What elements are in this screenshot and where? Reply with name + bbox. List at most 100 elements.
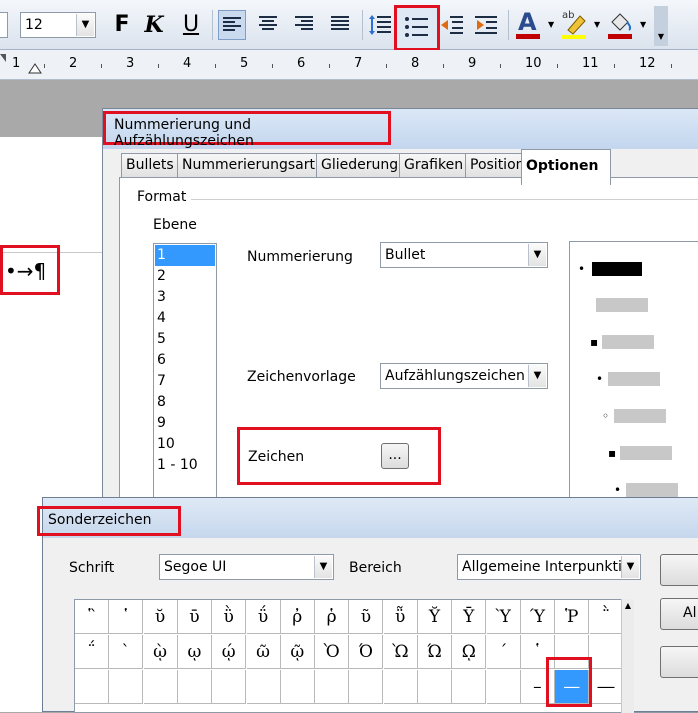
character-cell[interactable]: Ῡ [452, 600, 487, 634]
font-name-combo[interactable] [0, 12, 8, 38]
tab-outline[interactable]: Gliederung [316, 153, 404, 177]
background-color-button[interactable] [606, 8, 634, 39]
character-cell[interactable]: ῶ [246, 635, 281, 669]
tab-bullets[interactable]: Bullets [121, 153, 179, 177]
character-cell[interactable] [212, 670, 247, 704]
character-cell[interactable] [349, 670, 384, 704]
character-cell[interactable] [315, 670, 350, 704]
character-cell[interactable]: ῥ [315, 600, 350, 634]
character-cell[interactable]: Ύ [520, 600, 555, 634]
character-cell[interactable] [75, 670, 109, 704]
level-item[interactable]: 10 [155, 434, 215, 455]
character-cell[interactable]: Ό [349, 635, 384, 669]
character-cell[interactable]: ΰ [246, 600, 281, 634]
underline-button[interactable]: U [177, 10, 205, 40]
character-cell[interactable]: ῡ [177, 600, 212, 634]
character-cell[interactable]: ῦ [349, 600, 384, 634]
cancel-button[interactable]: Al [660, 598, 698, 630]
chevron-up-icon[interactable]: ▲ [622, 601, 634, 610]
horizontal-ruler[interactable]: 1 2 3 4 5 6 7 8 9 10 11 12 [0, 50, 698, 80]
align-right-button[interactable] [290, 10, 318, 40]
character-cell[interactable]: ῧ [383, 600, 418, 634]
character-cell[interactable]: ῝ [75, 600, 109, 634]
numbering-select[interactable]: Bullet ▼ [380, 242, 548, 268]
range-select[interactable]: Allgemeine Interpunktio ▼ [457, 554, 641, 580]
bullets-on-off-button[interactable] [394, 5, 440, 51]
character-cell[interactable] [143, 670, 178, 704]
font-color-button[interactable]: A [514, 8, 542, 39]
character-cell[interactable] [246, 670, 281, 704]
tab-options[interactable]: Optionen [521, 149, 611, 185]
character-cell[interactable]: Ῥ [555, 600, 590, 634]
level-item[interactable]: 1 - 10 [155, 455, 215, 476]
tab-graphics[interactable]: Grafiken [399, 153, 469, 177]
italic-button[interactable]: K [140, 10, 168, 40]
character-cell[interactable]: ῭ [589, 600, 624, 634]
character-cell[interactable] [418, 670, 452, 704]
highlight-button[interactable]: ab [560, 8, 588, 39]
chevron-down-icon[interactable]: ▼ [76, 14, 94, 36]
character-cell[interactable]: Ὼ [383, 635, 418, 669]
chevron-down-icon[interactable]: ▼ [314, 556, 332, 578]
character-cell[interactable]: ῾ [109, 600, 144, 634]
tab-position[interactable]: Position [465, 153, 530, 177]
character-cell[interactable] [589, 635, 624, 669]
toolbar-overflow-button[interactable]: ▼ [654, 6, 668, 46]
character-style-select[interactable]: Aufzählungszeichen ▼ [380, 363, 548, 389]
character-cell[interactable]: ῼ [452, 635, 487, 669]
character-cell[interactable]: Ὸ [315, 635, 350, 669]
select-character-button[interactable]: ... [381, 443, 409, 469]
character-cell[interactable]: ῴ [212, 635, 247, 669]
bold-button[interactable]: F [108, 10, 136, 40]
character-cell[interactable] [486, 670, 521, 704]
level-item[interactable]: 3 [155, 287, 215, 308]
chevron-down-icon[interactable]: ▼ [548, 20, 554, 29]
chevron-down-icon[interactable]: ▼ [640, 20, 646, 29]
indent-marker-icon[interactable] [28, 62, 42, 74]
character-cell[interactable]: ΅ [75, 635, 109, 669]
font-size-combo[interactable]: 12 ▼ [20, 12, 96, 38]
character-cell[interactable]: Ώ [418, 635, 452, 669]
level-item[interactable]: 5 [155, 329, 215, 350]
character-cell[interactable]: Ῠ [418, 600, 452, 634]
tab-numbering-type[interactable]: Nummerierungsart [177, 153, 320, 177]
level-item[interactable]: 9 [155, 413, 215, 434]
decrease-indent-button[interactable] [438, 10, 466, 40]
help-button[interactable] [660, 646, 698, 678]
level-item[interactable]: 6 [155, 350, 215, 371]
chevron-down-icon[interactable]: ▼ [528, 244, 546, 266]
character-cell[interactable]: ` [109, 635, 144, 669]
align-left-button[interactable] [218, 10, 246, 40]
ok-button[interactable] [660, 554, 698, 586]
font-select[interactable]: Segoe UI ▼ [159, 554, 334, 580]
align-center-button[interactable] [254, 10, 282, 40]
character-highlight: Zeichen [237, 427, 441, 485]
character-cell[interactable] [109, 670, 144, 704]
character-cell[interactable]: Ὺ [486, 600, 521, 634]
font-color-icon: A [516, 8, 540, 39]
character-cell[interactable] [383, 670, 418, 704]
chevron-down-icon[interactable]: ▼ [594, 20, 600, 29]
increase-indent-button[interactable] [472, 10, 500, 40]
character-cell[interactable]: ῤ [280, 600, 315, 634]
character-cell[interactable]: ῳ [177, 635, 212, 669]
character-cell[interactable]: ῠ [143, 600, 178, 634]
character-cell[interactable]: ῲ [143, 635, 178, 669]
character-grid-scrollbar[interactable]: ▲ [621, 599, 634, 713]
character-cell[interactable]: ― [589, 670, 624, 704]
level-item[interactable]: 7 [155, 371, 215, 392]
character-cell[interactable]: ῢ [212, 600, 247, 634]
chevron-down-icon[interactable]: ▼ [621, 556, 639, 578]
level-item[interactable]: 2 [155, 266, 215, 287]
character-cell[interactable] [280, 670, 315, 704]
chevron-down-icon[interactable]: ▼ [528, 365, 546, 387]
character-cell[interactable]: ῷ [280, 635, 315, 669]
character-cell[interactable]: ´ [486, 635, 521, 669]
level-item[interactable]: 4 [155, 308, 215, 329]
character-cell[interactable] [452, 670, 487, 704]
justify-button[interactable] [326, 10, 354, 40]
line-spacing-button[interactable] [366, 10, 394, 40]
level-item[interactable]: 8 [155, 392, 215, 413]
character-cell[interactable] [177, 670, 212, 704]
level-item[interactable]: 1 [155, 245, 215, 266]
